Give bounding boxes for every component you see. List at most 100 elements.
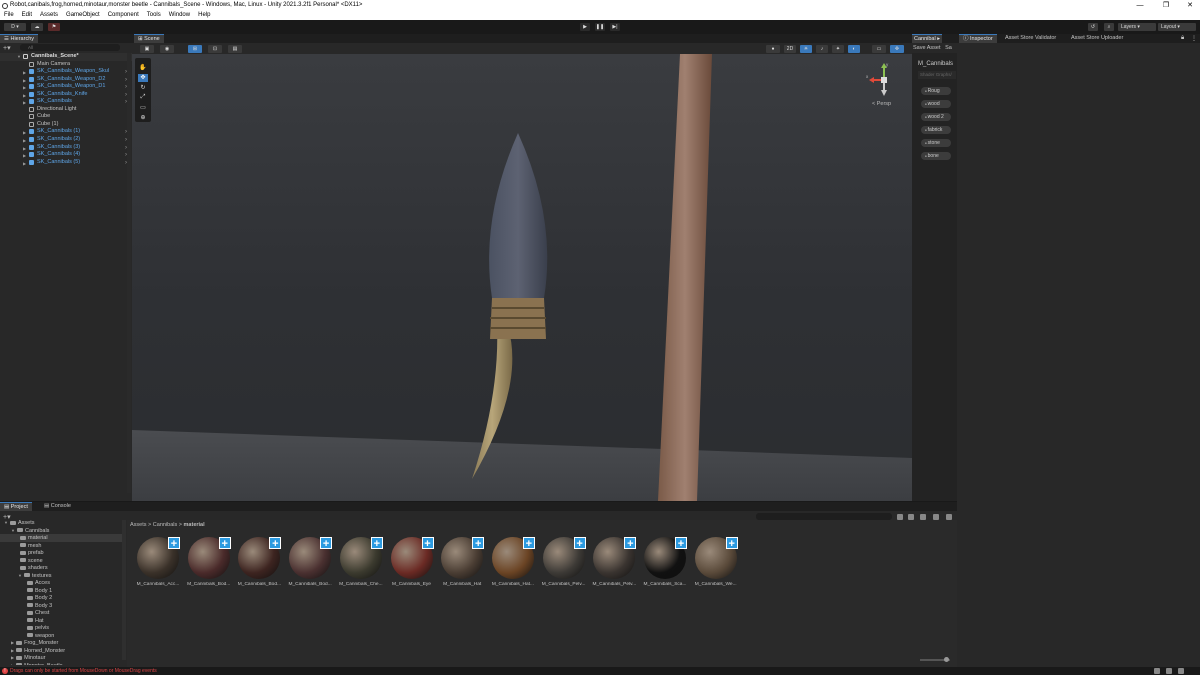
add-plus-icon[interactable]: +	[675, 537, 687, 550]
expand-arrow-icon[interactable]: ▼	[17, 54, 21, 59]
project-folder-item[interactable]: ▶ Horned_Monster	[11, 647, 122, 655]
rect-tool-icon[interactable]: ▭	[138, 104, 148, 112]
project-folder-item[interactable]: ▼ Assets	[4, 519, 122, 527]
scene-root-row[interactable]: ▼ Cannibals_Scene*	[0, 53, 132, 61]
add-icon[interactable]: +▾	[3, 44, 11, 52]
tab-asset-store-validator[interactable]: Asset Store Validator	[1001, 34, 1060, 43]
minimize-button[interactable]: —	[1128, 0, 1152, 11]
add-plus-icon[interactable]: +	[370, 537, 383, 550]
material-asset[interactable]: + M_Cannibals_Bod...	[236, 537, 282, 587]
gizmos-icon[interactable]: ✜	[890, 45, 904, 53]
draw-mode-icon[interactable]: ▣	[140, 45, 154, 53]
hierarchy-scrollbar[interactable]	[127, 53, 131, 493]
search-icon[interactable]: ⌕	[1104, 23, 1114, 31]
status-progress-icon[interactable]	[1166, 668, 1172, 674]
hierarchy-item[interactable]: ▶ SK_Cannibals ›	[0, 98, 132, 106]
material-asset[interactable]: + M_Cannibals_Acc...	[135, 537, 181, 587]
add-plus-icon[interactable]: +	[624, 537, 637, 550]
project-folder-item[interactable]: scene	[18, 557, 122, 565]
project-folder-item[interactable]: ▶ Minotaur	[11, 654, 122, 662]
material-property-chip[interactable]: ● Roug	[921, 87, 951, 95]
pause-button[interactable]: ❚❚	[595, 23, 605, 31]
project-tree-scrollbar[interactable]	[122, 520, 126, 660]
project-folder-item[interactable]: Hat	[25, 617, 122, 625]
hierarchy-item[interactable]: ▶ SK_Cannibals_Weapon_D1 ›	[0, 83, 132, 91]
material-asset[interactable]: + M_Cannibals_Hat...	[490, 537, 536, 587]
more-options-icon[interactable]: ⋮	[1191, 35, 1197, 42]
expand-arrow-icon[interactable]: ▶	[11, 648, 14, 653]
add-plus-icon[interactable]: +	[573, 537, 586, 550]
project-folder-item[interactable]: weapon	[25, 632, 122, 640]
tab-asset-store-uploader[interactable]: Asset Store Uploader	[1067, 34, 1127, 43]
add-plus-icon[interactable]: +	[218, 537, 231, 550]
restore-button[interactable]: ❐	[1154, 0, 1178, 11]
menu-file[interactable]: File	[0, 11, 18, 20]
move-tool-icon[interactable]: ✥	[138, 74, 148, 82]
hierarchy-item[interactable]: Cube	[0, 113, 132, 121]
perspective-label[interactable]: < Persp	[872, 101, 891, 107]
zoom-slider-handle[interactable]	[944, 657, 949, 662]
audio-toggle-icon[interactable]: ♪	[816, 45, 828, 53]
scale-tool-icon[interactable]: ⤢	[138, 94, 148, 102]
hierarchy-item[interactable]: ▶ SK_Cannibals (1) ›	[0, 128, 132, 136]
project-folder-item[interactable]: ▼ Cannibals	[11, 527, 122, 535]
project-folder-item[interactable]: mesh	[18, 542, 122, 550]
material-asset[interactable]: + M_Cannibals_Bod...	[287, 537, 333, 587]
project-folder-item[interactable]: shaders	[18, 564, 122, 572]
project-folder-item[interactable]: ▶ Frog_Monster	[11, 639, 122, 647]
material-asset[interactable]: + M_Cannibals_Sca...	[642, 537, 688, 587]
hierarchy-item[interactable]: Main Camera	[0, 61, 132, 69]
hidden-objects-icon[interactable]: ◐	[848, 45, 860, 53]
expand-arrow-icon[interactable]: ▶	[11, 640, 14, 645]
add-plus-icon[interactable]: +	[421, 537, 434, 550]
menu-tools[interactable]: Tools	[143, 11, 165, 20]
material-asset[interactable]: + M_Cannibals_Pelv...	[541, 537, 587, 587]
material-asset[interactable]: + M_Cannibals_Eye	[389, 537, 435, 587]
breadcrumb-assets[interactable]: Assets	[130, 522, 147, 528]
save-asset-button[interactable]: Save Asset	[913, 45, 941, 51]
add-plus-icon[interactable]: +	[320, 537, 333, 550]
breadcrumb-material[interactable]: material	[184, 522, 205, 528]
menu-help[interactable]: Help	[194, 11, 214, 20]
project-folder-item[interactable]: material	[0, 534, 122, 542]
2d-toggle[interactable]: 2D	[784, 45, 796, 53]
add-plus-icon[interactable]: +	[725, 537, 738, 550]
menu-window[interactable]: Window	[165, 11, 194, 20]
increment-snap-icon[interactable]: ⊡	[208, 45, 222, 53]
shading-mode-icon[interactable]: ●	[766, 45, 780, 53]
lock-icon[interactable]: 🔒︎	[1181, 35, 1184, 42]
tab-console[interactable]: ▤ Console	[40, 502, 75, 511]
account-dropdown[interactable]: D ▾	[4, 23, 26, 31]
material-property-chip[interactable]: ● wood 2	[921, 113, 951, 121]
material-property-chip[interactable]: ● bone	[921, 152, 951, 160]
hierarchy-item[interactable]: ▶ SK_Cannibals (2) ›	[0, 136, 132, 144]
menu-component[interactable]: Component	[104, 11, 143, 20]
project-folder-item[interactable]: ▶ Monster_Beetle	[11, 662, 122, 665]
pivot-icon[interactable]: ◉	[160, 45, 174, 53]
material-property-chip[interactable]: ● wood	[921, 100, 951, 108]
material-asset[interactable]: + M_Cannibals_We...	[693, 537, 739, 587]
material-asset[interactable]: + M_Cannibals_Pelv...	[591, 537, 637, 587]
lighting-toggle-icon[interactable]: ☀	[800, 45, 812, 53]
hierarchy-item[interactable]: Directional Light	[0, 106, 132, 114]
status-settings-icon[interactable]	[1178, 668, 1184, 674]
cloud-icon[interactable]: ☁	[31, 23, 43, 31]
add-plus-icon[interactable]: +	[269, 537, 282, 550]
hierarchy-search-input[interactable]: All	[20, 44, 120, 51]
hand-tool-icon[interactable]: ✋	[138, 64, 148, 72]
material-asset[interactable]: + M_Cannibals_Bod...	[186, 537, 232, 587]
hierarchy-item[interactable]: ▶ SK_Cannibals (4) ›	[0, 151, 132, 159]
effects-toggle-icon[interactable]: ✦	[832, 45, 844, 53]
material-property-chip[interactable]: ● fabrick	[921, 126, 951, 134]
project-folder-item[interactable]: Body 1	[25, 587, 122, 595]
expand-arrow-icon[interactable]: ▼	[4, 520, 8, 525]
hierarchy-item[interactable]: ▶ SK_Cannibals_Weapon_D2 ›	[0, 76, 132, 84]
material-asset[interactable]: + M_Cannibals_Che...	[338, 537, 384, 587]
rotate-tool-icon[interactable]: ↻	[138, 84, 148, 92]
expand-arrow-icon[interactable]: ▶	[11, 655, 14, 660]
project-folder-item[interactable]: Chest	[25, 609, 122, 617]
save-as-button[interactable]: Sa	[945, 45, 952, 51]
project-folder-item[interactable]: Acces	[25, 579, 122, 587]
close-button[interactable]: ✕	[1178, 0, 1200, 11]
project-folder-item[interactable]: prefab	[18, 549, 122, 557]
